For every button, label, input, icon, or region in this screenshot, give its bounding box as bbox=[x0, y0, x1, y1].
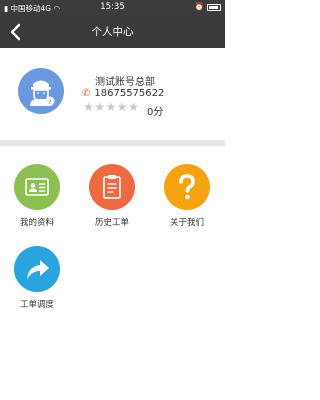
rating-score: 0分 bbox=[147, 107, 164, 118]
phone-number: 18675575622 bbox=[94, 88, 165, 99]
star-icon: ★ bbox=[94, 100, 106, 114]
menu-item-label: 历史工单 bbox=[94, 218, 129, 228]
menu-item-label: 关于我们 bbox=[169, 218, 204, 228]
star-icon: ★ bbox=[128, 100, 140, 114]
menu-item-label: 工单调度 bbox=[19, 300, 54, 310]
section-divider bbox=[0, 140, 225, 146]
clipboard-icon bbox=[89, 164, 135, 210]
question-icon bbox=[164, 164, 210, 210]
id-card-icon bbox=[14, 164, 60, 210]
user-name: 测试账号总部 bbox=[95, 77, 155, 88]
share-arrow-icon bbox=[14, 246, 60, 292]
menu-item-about-us[interactable]: 关于我们 bbox=[157, 164, 217, 228]
status-time: 15:35 bbox=[100, 2, 125, 12]
page-title: 个人中心 bbox=[91, 26, 134, 38]
user-worker-icon: ? bbox=[30, 80, 55, 106]
avatar: ? bbox=[18, 68, 64, 114]
star-icon: ★ bbox=[83, 100, 95, 114]
nav-bar: 个人中心 bbox=[0, 15, 225, 48]
menu-item-order-dispatch[interactable]: 工单调度 bbox=[7, 246, 67, 310]
battery-icon bbox=[207, 3, 221, 11]
profile-card: ? 测试账号总部 ✆ 18675575622 ★★★★★ 0分 bbox=[0, 48, 225, 140]
phone-row: ✆ 18675575622 bbox=[82, 88, 164, 99]
menu-item-label: 我的资料 bbox=[19, 218, 54, 228]
status-bar: ▮ 中国移动4G ◠ 15:35 ⏰ bbox=[0, 0, 225, 15]
status-icons: ⏰ bbox=[195, 2, 221, 11]
phone-icon: ✆ bbox=[82, 88, 91, 99]
rating-stars: ★★★★★ bbox=[83, 100, 139, 114]
menu-item-my-profile[interactable]: 我的资料 bbox=[7, 164, 67, 228]
alarm-icon: ⏰ bbox=[194, 2, 204, 11]
star-icon: ★ bbox=[105, 100, 117, 114]
star-icon: ★ bbox=[116, 100, 129, 114]
menu-item-history-orders[interactable]: 历史工单 bbox=[82, 164, 142, 228]
svg-text:?: ? bbox=[48, 99, 52, 106]
